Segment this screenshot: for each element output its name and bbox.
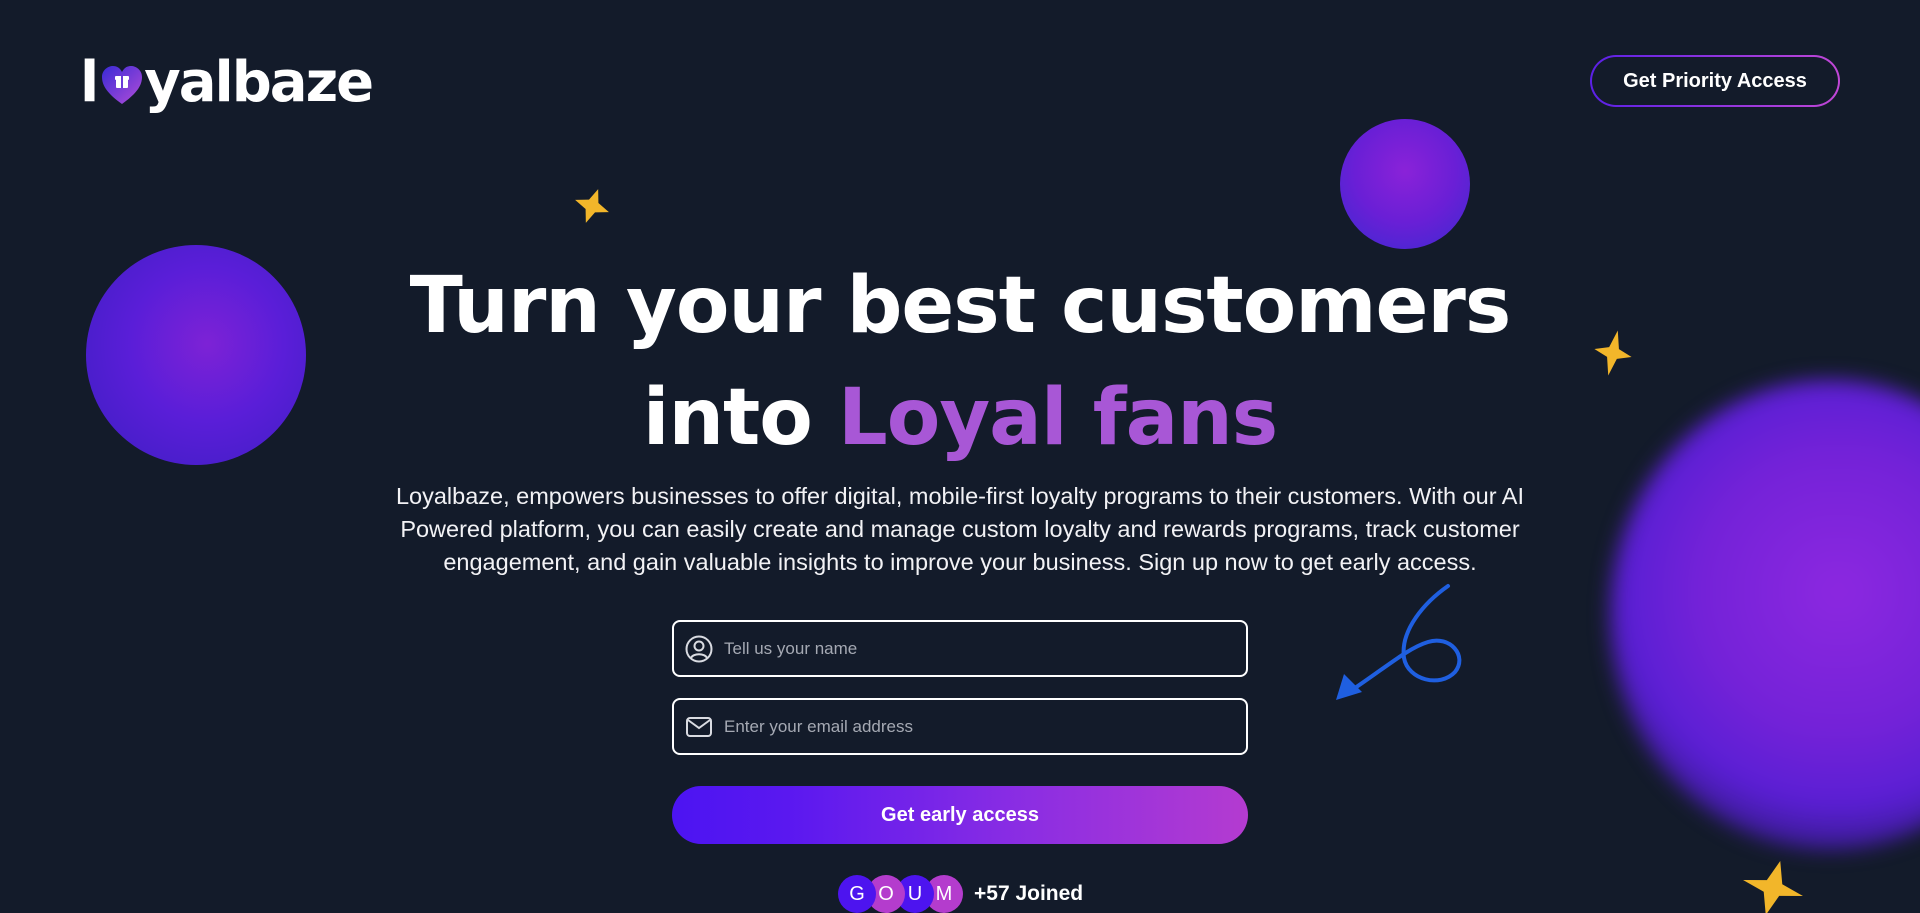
envelope-icon [686,716,712,737]
email-field[interactable] [672,698,1248,755]
logo-text-prefix: l [80,50,99,115]
get-priority-access-button[interactable]: Get Priority Access [1590,55,1840,107]
logo-text-suffix: yalbaze [144,50,374,115]
hero-description: Loyalbaze, empowers businesses to offer … [395,483,1525,575]
hero-title: Turn your best customers into Loyal fans [0,250,1920,474]
joined-count: +57 Joined [974,882,1084,905]
user-circle-icon [685,635,713,662]
get-priority-access-label: Get Priority Access [1592,57,1838,105]
hero-title-accent: Loyal fans [838,373,1278,463]
hero-title-line1: Turn your best customers [409,261,1512,351]
heart-gift-icon [102,66,143,104]
curly-arrow-icon [1336,584,1462,700]
name-field[interactable] [672,620,1248,677]
star-icon [575,189,609,223]
decorative-orb-top [1340,119,1470,249]
avatar: G [838,875,876,913]
email-input[interactable] [724,700,1246,753]
star-icon [1743,860,1803,913]
hero-title-line2-plain: into [642,373,839,463]
landing-page: l yalbaze Get Priority Access Turn your … [0,0,1920,913]
name-input[interactable] [724,622,1246,675]
logo[interactable]: l yalbaze [80,48,374,118]
joined-indicator: G O U M +57 Joined [838,874,1083,913]
get-early-access-button[interactable]: Get early access [672,786,1248,844]
